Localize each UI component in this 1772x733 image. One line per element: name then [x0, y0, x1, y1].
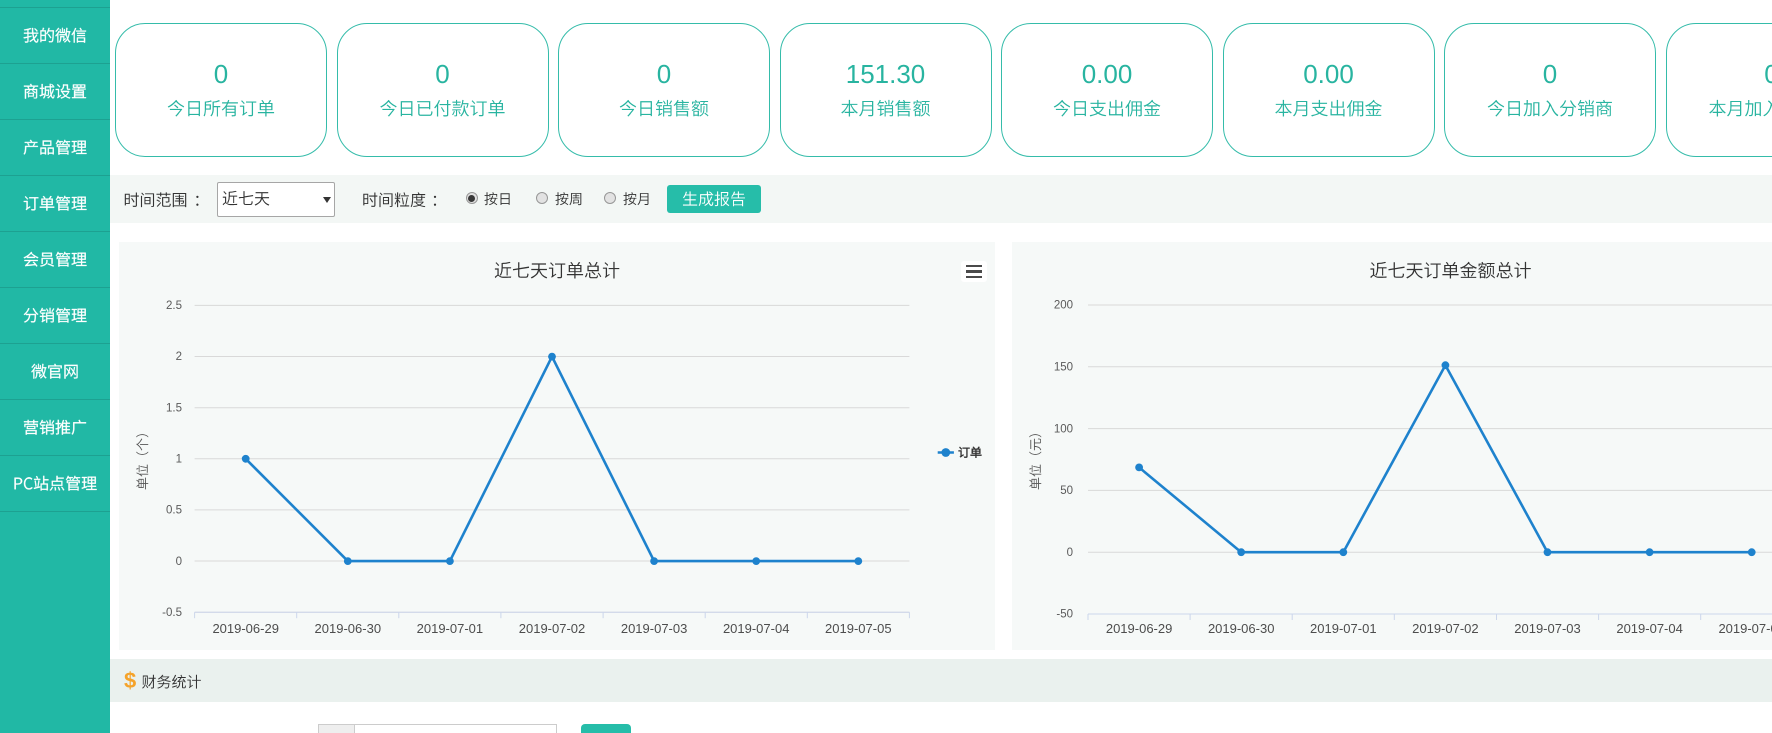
svg-text:2019-06-30: 2019-06-30: [1208, 621, 1275, 636]
svg-text:-50: -50: [1056, 609, 1073, 621]
svg-text:0.5: 0.5: [166, 505, 182, 517]
svg-text:0: 0: [176, 556, 182, 568]
svg-text:2019-07-03: 2019-07-03: [621, 621, 688, 636]
svg-text:2019-06-29: 2019-06-29: [212, 621, 279, 636]
svg-text:150: 150: [1054, 362, 1073, 374]
svg-text:2019-07-04: 2019-07-04: [1616, 621, 1683, 636]
svg-text:-0.5: -0.5: [162, 607, 182, 619]
svg-text:2: 2: [176, 351, 182, 363]
svg-text:2019-07-02: 2019-07-02: [1412, 621, 1479, 636]
svg-text:2019-07-01: 2019-07-01: [417, 621, 484, 636]
svg-text:2019-07-03: 2019-07-03: [1514, 621, 1581, 636]
svg-text:50: 50: [1060, 485, 1073, 497]
svg-text:100: 100: [1054, 423, 1073, 435]
svg-text:2019-07-05: 2019-07-05: [825, 621, 892, 636]
svg-text:2.5: 2.5: [166, 300, 182, 312]
svg-text:2019-07-01: 2019-07-01: [1310, 621, 1377, 636]
svg-text:2019-07-02: 2019-07-02: [519, 621, 586, 636]
svg-text:2019-06-29: 2019-06-29: [1106, 621, 1173, 636]
svg-text:1: 1: [176, 454, 182, 466]
svg-text:1.5: 1.5: [166, 402, 182, 414]
svg-text:2019-07-05: 2019-07-05: [1718, 621, 1772, 636]
svg-text:2019-07-04: 2019-07-04: [723, 621, 790, 636]
svg-text:0: 0: [1067, 547, 1073, 559]
svg-text:2019-06-30: 2019-06-30: [315, 621, 382, 636]
svg-text:200: 200: [1054, 300, 1073, 312]
